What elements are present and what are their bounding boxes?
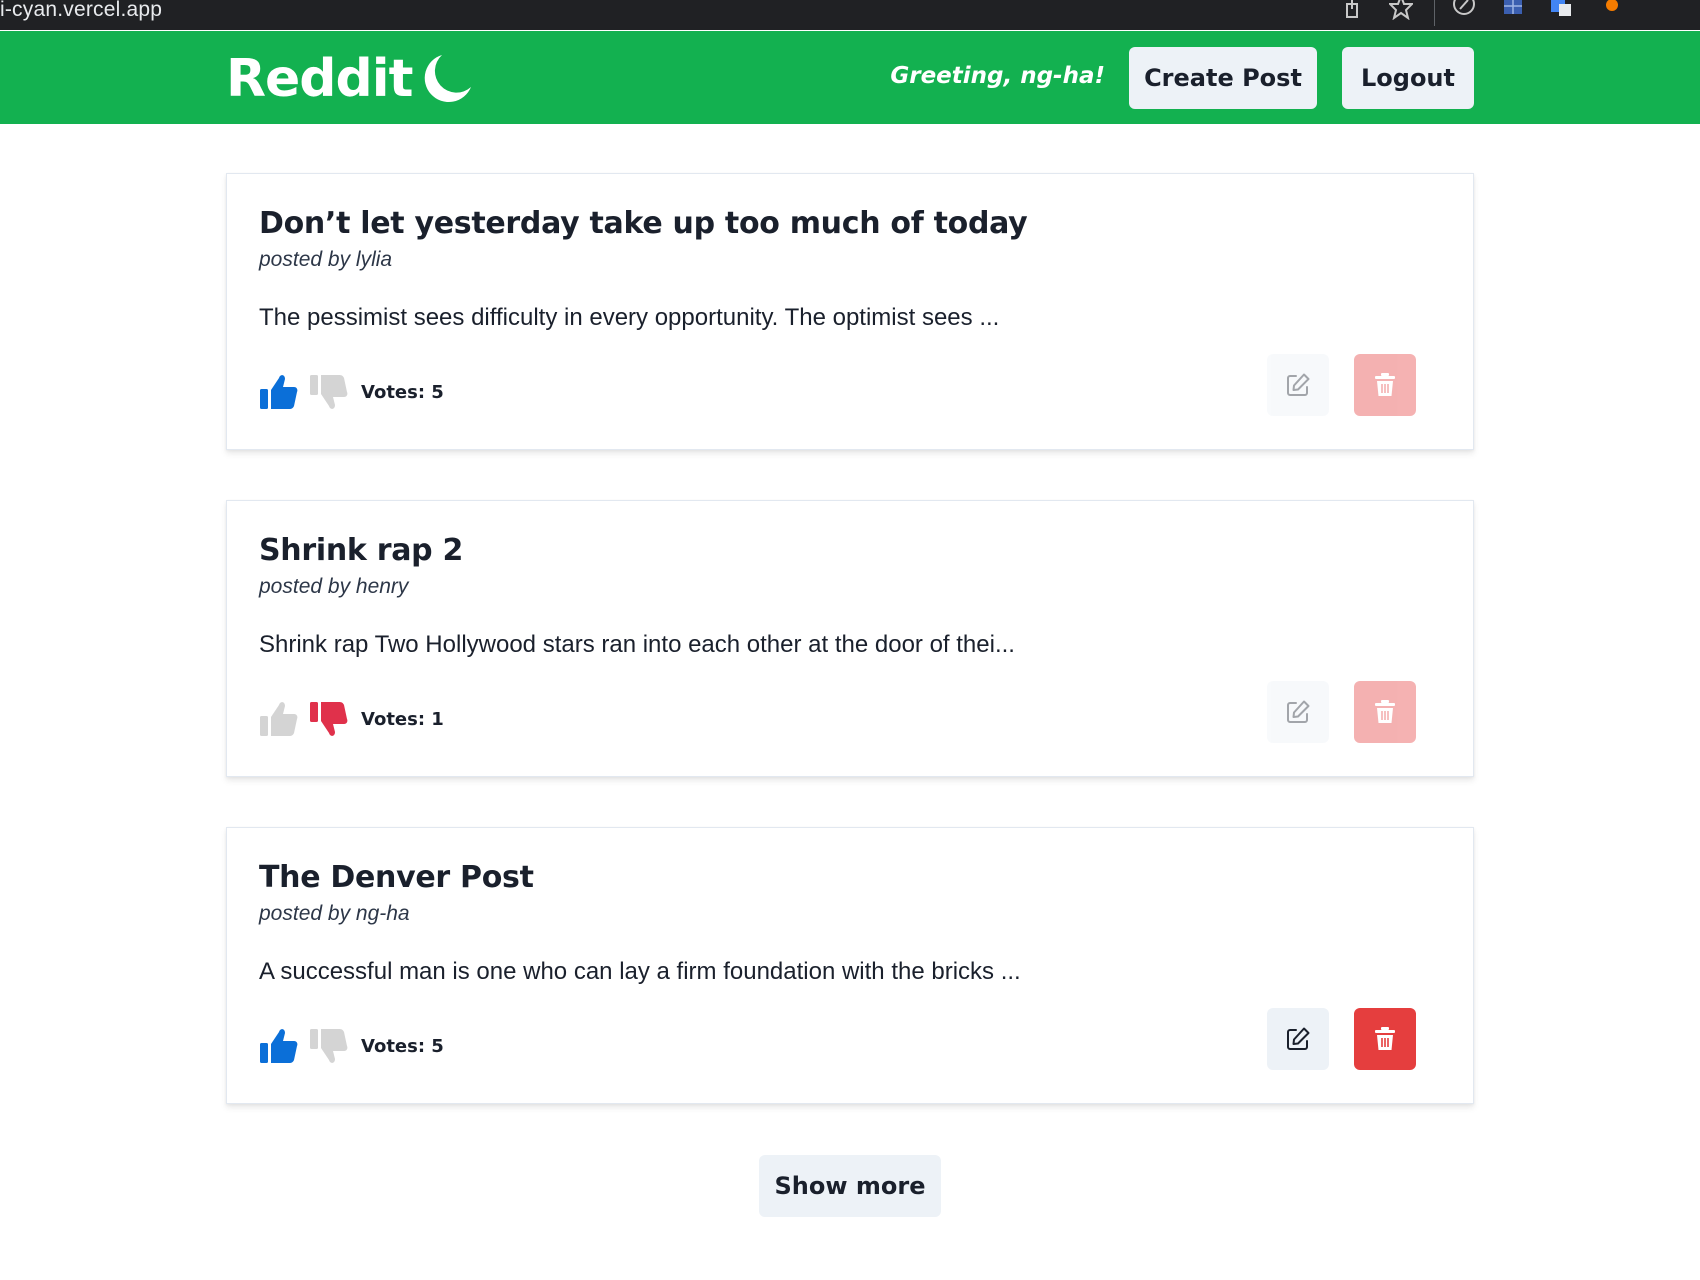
compass-extension-icon[interactable] <box>1452 0 1476 20</box>
post-title[interactable]: The Denver Post <box>259 860 534 895</box>
user-greeting: Greeting, ng-ha! <box>890 63 1105 89</box>
post-author: posted by henry <box>259 575 409 598</box>
share-icon[interactable] <box>1340 0 1364 20</box>
edit-icon <box>1287 700 1310 723</box>
delete-post-button[interactable] <box>1354 1008 1416 1070</box>
grid-extension-icon[interactable] <box>1501 0 1525 20</box>
post-card: Shrink rap 2 posted by henry Shrink rap … <box>226 500 1474 777</box>
trash-icon <box>1375 1027 1395 1050</box>
post-card: Don’t let yesterday take up too much of … <box>226 173 1474 450</box>
thumbs-down-icon[interactable] <box>309 699 349 739</box>
post-title[interactable]: Don’t let yesterday take up too much of … <box>259 206 1028 241</box>
edit-icon <box>1287 373 1310 396</box>
create-post-button[interactable]: Create Post <box>1129 47 1317 109</box>
post-author: posted by lylia <box>259 248 393 271</box>
edit-icon <box>1287 1027 1310 1050</box>
vote-count: Votes: 1 <box>361 708 444 730</box>
vote-row: Votes: 1 <box>259 697 444 741</box>
edit-post-button[interactable] <box>1267 681 1329 743</box>
vote-row: Votes: 5 <box>259 370 444 414</box>
thumbs-up-icon[interactable] <box>259 372 299 412</box>
address-bar-url[interactable]: i-cyan.vercel.app <box>0 0 162 22</box>
star-icon[interactable] <box>1389 0 1413 20</box>
moon-icon <box>425 55 472 103</box>
post-card: The Denver Post posted by ng-ha A succes… <box>226 827 1474 1104</box>
orange-extension-icon[interactable] <box>1600 0 1624 20</box>
brand-name: Reddit <box>226 49 413 109</box>
toolbar-separator <box>1434 0 1435 26</box>
post-excerpt: Shrink rap Two Hollywood stars ran into … <box>259 631 1015 658</box>
post-list: Don’t let yesterday take up too much of … <box>226 173 1474 1154</box>
post-excerpt: The pessimist sees difficulty in every o… <box>259 304 1000 331</box>
thumbs-up-icon[interactable] <box>259 1026 299 1066</box>
translate-extension-icon[interactable] <box>1549 0 1573 20</box>
trash-icon <box>1375 700 1395 723</box>
thumbs-down-icon[interactable] <box>309 1026 349 1066</box>
vote-count: Votes: 5 <box>361 381 444 403</box>
delete-post-button[interactable] <box>1354 354 1416 416</box>
brand-logo[interactable]: Reddit <box>226 47 474 111</box>
post-author: posted by ng-ha <box>259 902 410 925</box>
trash-icon <box>1375 373 1395 396</box>
logout-button[interactable]: Logout <box>1342 47 1474 109</box>
edit-post-button[interactable] <box>1267 354 1329 416</box>
post-title[interactable]: Shrink rap 2 <box>259 533 463 568</box>
post-excerpt: A successful man is one who can lay a fi… <box>259 958 1021 985</box>
browser-toolbar: i-cyan.vercel.app <box>0 0 1700 30</box>
thumbs-down-icon[interactable] <box>309 372 349 412</box>
top-navbar: Reddit Greeting, ng-ha! Create Post Logo… <box>0 31 1700 124</box>
vote-count: Votes: 5 <box>361 1035 444 1057</box>
thumbs-up-icon[interactable] <box>259 699 299 739</box>
edit-post-button[interactable] <box>1267 1008 1329 1070</box>
delete-post-button[interactable] <box>1354 681 1416 743</box>
vote-row: Votes: 5 <box>259 1024 444 1068</box>
show-more-button[interactable]: Show more <box>759 1155 941 1217</box>
